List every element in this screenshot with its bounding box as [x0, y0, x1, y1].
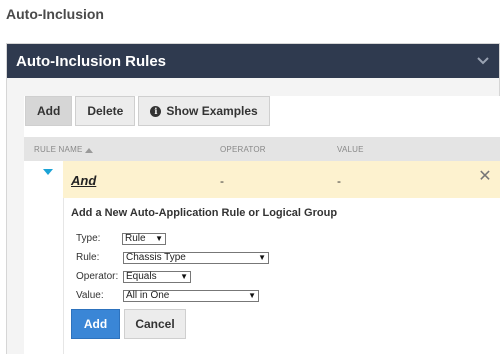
column-label-rule-name: RULE NAME — [34, 145, 83, 154]
show-examples-button[interactable]: i Show Examples — [138, 96, 270, 126]
rules-toolbar: Add Delete i Show Examples — [25, 96, 270, 128]
add-rule-form: Add a New Auto-Application Rule or Logic… — [63, 198, 500, 354]
column-header-operator: OPERATOR — [220, 145, 266, 154]
show-examples-label: Show Examples — [166, 104, 258, 118]
add-rule-button[interactable]: Add — [25, 96, 73, 126]
info-icon: i — [150, 105, 162, 117]
rule-label: Rule: — [76, 252, 100, 263]
value-select-value: All in One — [126, 290, 170, 301]
rule-operator: - — [220, 174, 224, 188]
panel-title: Auto-Inclusion Rules — [16, 52, 166, 70]
dropdown-arrow-icon: ▼ — [155, 234, 163, 243]
type-label: Type: — [76, 233, 101, 244]
type-select-value: Rule — [125, 233, 146, 244]
close-icon[interactable]: ✕ — [478, 169, 492, 185]
dropdown-arrow-icon: ▼ — [258, 253, 266, 262]
expand-toggle-icon[interactable] — [43, 169, 53, 175]
rule-name-link[interactable]: And — [71, 173, 96, 188]
add-button[interactable]: Add — [71, 309, 120, 339]
page-title: Auto-Inclusion — [6, 6, 104, 22]
dropdown-arrow-icon: ▼ — [180, 272, 188, 281]
operator-label: Operator: — [76, 271, 119, 282]
type-select[interactable]: Rule ▼ — [122, 233, 166, 245]
sort-ascending-icon — [85, 148, 94, 153]
column-header-value: VALUE — [337, 145, 364, 154]
rules-content: Add Delete i Show Examples RULE NAME OPE… — [24, 96, 500, 354]
rule-value: - — [337, 174, 341, 188]
rule-select-value: Chassis Type — [126, 252, 186, 263]
rules-table-header: RULE NAME OPERATOR VALUE — [24, 137, 500, 161]
cancel-button[interactable]: Cancel — [124, 309, 186, 339]
panel-header[interactable]: Auto-Inclusion Rules — [7, 44, 499, 78]
value-label: Value: — [76, 290, 104, 301]
operator-select-value: Equals — [126, 271, 157, 282]
column-header-rule-name[interactable]: RULE NAME — [34, 145, 94, 154]
table-row[interactable]: And - - ✕ — [63, 161, 500, 198]
form-title: Add a New Auto-Application Rule or Logic… — [71, 207, 338, 219]
dropdown-arrow-icon: ▼ — [248, 291, 256, 300]
operator-select[interactable]: Equals ▼ — [123, 271, 191, 283]
rule-select[interactable]: Chassis Type ▼ — [123, 252, 269, 264]
chevron-down-icon[interactable] — [475, 53, 491, 69]
delete-rule-button[interactable]: Delete — [75, 96, 136, 126]
value-select[interactable]: All in One ▼ — [123, 290, 259, 302]
